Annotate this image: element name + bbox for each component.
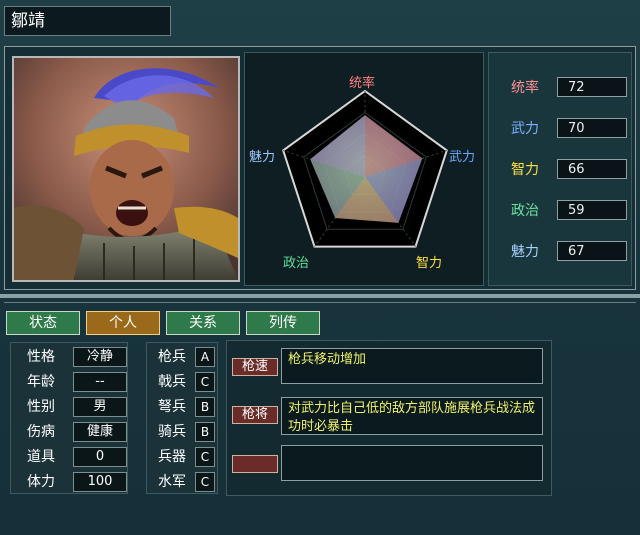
info-label: 性格	[27, 349, 55, 365]
info-row-items: 道具 0	[13, 446, 129, 468]
skill-desc-3	[281, 445, 543, 481]
aptitude-label: 兵器	[158, 449, 186, 465]
radar-label-intelligence: 智力	[416, 256, 443, 271]
stat-value: 70	[557, 118, 627, 138]
officer-name: 鄒靖	[4, 6, 171, 36]
tab-relations[interactable]: 关系	[166, 311, 240, 335]
info-value: --	[73, 372, 127, 392]
aptitude-grade: B	[195, 397, 215, 417]
info-row-stamina: 体力 100	[13, 471, 129, 493]
stat-value: 66	[557, 159, 627, 179]
ability-radar-chart: 统率 武力 智力 政治 魅力	[244, 52, 484, 286]
stat-label: 政治	[511, 203, 539, 219]
aptitude-row-navy: 水军 C	[149, 471, 219, 493]
aptitude-row-crossbow: 弩兵 B	[149, 396, 219, 418]
stat-row-intelligence: 智力 66	[503, 159, 631, 181]
info-value: 男	[73, 397, 127, 417]
aptitude-label: 水军	[158, 474, 186, 490]
info-label: 年龄	[27, 374, 55, 390]
officer-portrait	[12, 56, 240, 282]
aptitude-label: 枪兵	[158, 349, 186, 365]
skill-desc-1: 枪兵移动增加	[281, 348, 543, 384]
skill-desc-2: 对武力比自己低的敌方部队施展枪兵战法成功时必暴击	[281, 397, 543, 435]
skill-tag-1[interactable]: 枪速	[232, 358, 278, 376]
skill-tag-2[interactable]: 枪将	[232, 406, 278, 424]
radar-label-leadership: 统率	[349, 76, 376, 91]
info-row-gender: 性别 男	[13, 396, 129, 418]
aptitude-label: 戟兵	[158, 374, 186, 390]
personal-info-panel: 性格 冷静 年龄 -- 性别 男 伤病 健康 道具 0 体力 100	[10, 342, 128, 494]
info-label: 道具	[27, 449, 55, 465]
aptitude-grade: A	[195, 347, 215, 367]
aptitude-label: 弩兵	[158, 399, 186, 415]
stat-label: 智力	[511, 162, 539, 178]
info-label: 体力	[27, 474, 55, 490]
stat-row-politics: 政治 59	[503, 200, 631, 222]
skill-tag-3[interactable]	[232, 455, 278, 473]
info-row-personality: 性格 冷静	[13, 346, 129, 368]
aptitude-row-halberd: 戟兵 C	[149, 371, 219, 393]
stat-value: 59	[557, 200, 627, 220]
aptitude-row-siege: 兵器 C	[149, 446, 219, 468]
stat-label: 魅力	[511, 244, 539, 260]
info-label: 伤病	[27, 424, 55, 440]
info-row-injury: 伤病 健康	[13, 421, 129, 443]
info-value: 冷静	[73, 347, 127, 367]
aptitude-grade: B	[195, 422, 215, 442]
stat-label: 统率	[511, 80, 539, 96]
radar-label-charisma: 魅力	[249, 150, 276, 165]
stat-value: 72	[557, 77, 627, 97]
tab-personal[interactable]: 个人	[86, 311, 160, 335]
info-label: 性别	[27, 399, 55, 415]
stat-row-charisma: 魅力 67	[503, 241, 631, 263]
info-value: 100	[73, 472, 127, 492]
aptitude-row-cavalry: 骑兵 B	[149, 421, 219, 443]
stats-panel: 统率 72 武力 70 智力 66 政治 59 魅力 67	[488, 52, 632, 286]
tab-status[interactable]: 状态	[6, 311, 80, 335]
radar-label-war: 武力	[449, 150, 476, 165]
stat-value: 67	[557, 241, 627, 261]
aptitude-grade: C	[195, 447, 215, 467]
stat-row-war: 武力 70	[503, 118, 631, 140]
portrait-image	[14, 58, 238, 280]
stat-label: 武力	[511, 121, 539, 137]
aptitude-grade: C	[195, 372, 215, 392]
radar-label-politics: 政治	[283, 256, 310, 271]
info-value: 健康	[73, 422, 127, 442]
tab-biography[interactable]: 列传	[246, 311, 320, 335]
aptitude-row-spear: 枪兵 A	[149, 346, 219, 368]
stat-row-leadership: 统率 72	[503, 77, 631, 99]
section-divider	[0, 294, 640, 298]
info-value: 0	[73, 447, 127, 467]
info-row-age: 年龄 --	[13, 371, 129, 393]
aptitude-label: 骑兵	[158, 424, 186, 440]
troop-aptitude-panel: 枪兵 A 戟兵 C 弩兵 B 骑兵 B 兵器 C 水军 C	[146, 342, 218, 494]
aptitude-grade: C	[195, 472, 215, 492]
